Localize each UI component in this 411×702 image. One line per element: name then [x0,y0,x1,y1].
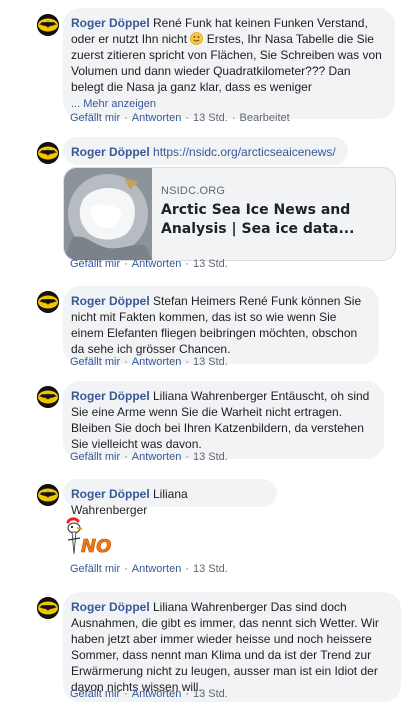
sticker-text: NO [81,536,111,557]
comment-bubble: Roger Döppel René Funk hat keinen Funken… [63,8,395,119]
comment-actions: Gefällt mir · Antworten · 13 Std. [70,563,228,576]
avatar[interactable] [37,142,59,164]
timestamp[interactable]: 13 Std. [193,451,228,463]
url-link[interactable]: https://nsidc.org/arcticseaicenews/ [153,145,336,159]
comment-actions: Gefällt mir · Antworten · 13 Std. [70,356,228,369]
author-name[interactable]: Roger Döppel [71,487,150,501]
no-sticker[interactable]: NO [62,516,114,560]
comment-bubble: Roger Döppel Liliana Wahrenberger Entäus… [63,381,384,459]
comment-actions: Gefällt mir · Antworten · 13 Std. · Bearbeitet [70,112,290,125]
see-more-link[interactable]: ... Mehr anzeigen [71,98,156,110]
batman-logo-icon [37,142,59,164]
avatar[interactable] [37,597,59,619]
separator-dot: · [124,112,128,124]
link-preview-image [64,168,152,260]
link-preview-card[interactable]: NSIDC.ORG Arctic Sea Ice News and Analys… [63,167,396,261]
author-name[interactable]: Roger Döppel [71,600,150,614]
separator-dot: · [124,688,128,700]
author-name[interactable]: Roger Döppel [71,294,150,308]
comment-bubble: Roger Döppel https://nsidc.org/arcticsea… [63,137,348,165]
timestamp[interactable]: 13 Std. [193,563,228,575]
avatar[interactable] [37,14,59,36]
like-button[interactable]: Gefällt mir [70,356,120,368]
like-button[interactable]: Gefällt mir [70,563,120,575]
batman-logo-icon [37,291,59,313]
reply-button[interactable]: Antworten [132,258,182,270]
reply-button[interactable]: Antworten [132,112,182,124]
separator-dot: · [124,563,128,575]
timestamp[interactable]: 13 Std. [193,258,228,270]
author-name[interactable]: Roger Döppel [71,389,150,403]
separator-dot: · [185,688,189,700]
link-title[interactable]: Arctic Sea Ice News and Analysis | Sea i… [161,201,386,239]
like-button[interactable]: Gefällt mir [70,258,120,270]
timestamp[interactable]: 13 Std. [193,356,228,368]
separator-dot: · [185,563,189,575]
like-button[interactable]: Gefällt mir [70,112,120,124]
separator-dot: · [185,112,189,124]
separator-dot: · [231,112,236,124]
batman-logo-icon [37,484,59,506]
author-name[interactable]: Roger Döppel [71,145,150,159]
reply-button[interactable]: Antworten [132,356,182,368]
comment-bubble: Roger Döppel Liliana Wahrenberger [63,479,277,517]
avatar[interactable] [37,386,59,408]
separator-dot: · [124,356,128,368]
comment-actions: Gefällt mir · Antworten · 13 Std. [70,451,228,464]
like-button[interactable]: Gefällt mir [70,451,120,463]
batman-logo-icon [37,14,59,36]
batman-logo-icon [37,386,59,408]
separator-dot: · [124,258,128,270]
edited-label[interactable]: Bearbeitet [240,112,290,124]
batman-logo-icon [37,597,59,619]
separator-dot: · [185,356,189,368]
link-domain: NSIDC.ORG [161,185,226,197]
reply-button[interactable]: Antworten [132,563,182,575]
separator-dot: · [185,451,189,463]
timestamp[interactable]: 13 Std. [193,112,228,124]
comment-text: Liliana Wahrenberger Das sind doch Ausna… [71,600,379,694]
comment-actions: Gefällt mir · Antworten · 13 Std. [70,688,228,701]
author-name[interactable]: Roger Döppel [71,16,150,30]
timestamp[interactable]: 13 Std. [193,688,228,700]
like-button[interactable]: Gefällt mir [70,688,120,700]
separator-dot: · [185,258,189,270]
comment-bubble: Roger Döppel Liliana Wahrenberger Das si… [63,592,401,702]
separator-dot: · [124,451,128,463]
comment-bubble: Roger Döppel Stefan Heimers René Funk kö… [63,286,379,364]
reply-button[interactable]: Antworten [132,451,182,463]
reply-button[interactable]: Antworten [132,688,182,700]
comment-actions: Gefällt mir · Antworten · 13 Std. [70,258,228,271]
avatar[interactable] [37,291,59,313]
avatar[interactable] [37,484,59,506]
smiley-emoji-icon [190,32,204,45]
